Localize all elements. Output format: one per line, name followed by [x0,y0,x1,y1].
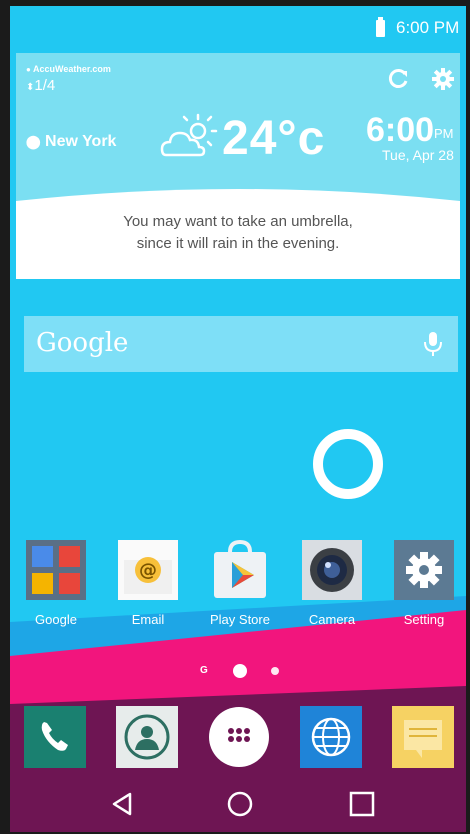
app-label: Setting [403,612,445,627]
temperature: 24°c [222,112,326,165]
google-search-bar[interactable]: Google [24,316,458,372]
settings-gear-icon[interactable] [430,66,456,92]
contacts-icon[interactable] [116,706,178,768]
widget-date: Tue, Apr 28 [382,147,454,163]
page-dot-active[interactable] [233,664,247,678]
email-icon: @ [118,540,178,600]
widget-ampm: PM [434,126,454,141]
recents-icon[interactable] [340,782,384,826]
accuweather-logo: ● AccuWeather.com [26,64,111,74]
battery-icon [376,17,385,37]
app-label: Play Store [210,612,270,627]
google-folder-icon [26,540,86,600]
camera-icon [302,540,362,600]
page-indicator: G [10,660,466,684]
city-name[interactable]: ⬤ New York [26,133,116,151]
back-icon[interactable] [100,782,144,826]
status-bar: 6:00 PM [10,6,466,48]
city-page-indicator[interactable]: ⬍1/4 [26,77,55,94]
gear-icon [394,540,454,600]
phone-icon[interactable] [24,706,86,768]
notes-icon[interactable] [392,706,454,768]
svg-text:@: @ [139,560,157,581]
home-screen: 6:00 PM ● AccuWeather.com ⬍1/4 ⬤ New Yor… [10,6,466,832]
weather-widget[interactable]: ● AccuWeather.com ⬍1/4 ⬤ New York 24°c 6… [16,53,460,279]
page-dot[interactable] [271,667,279,675]
status-time: 6:00 PM [396,18,460,37]
google-now-page-marker[interactable]: G [200,665,208,676]
play-store-icon [214,540,266,598]
app-label: Camera [308,612,356,627]
google-logo: Google [36,328,129,358]
widget-time: 6:00 [366,111,435,149]
app-label: Google [35,612,77,627]
home-icon[interactable] [218,782,262,826]
forecast-message: You may want to take an umbrella, since … [123,213,353,252]
partly-cloudy-icon [160,113,218,157]
app-label: Email [131,612,165,627]
microphone-icon[interactable] [422,330,444,358]
floating-circle-button[interactable] [310,426,386,502]
location-pin-icon: ⬤ [26,134,41,149]
refresh-icon[interactable] [386,66,412,92]
browser-globe-icon[interactable] [300,706,362,768]
apps-drawer-icon[interactable] [208,706,270,768]
